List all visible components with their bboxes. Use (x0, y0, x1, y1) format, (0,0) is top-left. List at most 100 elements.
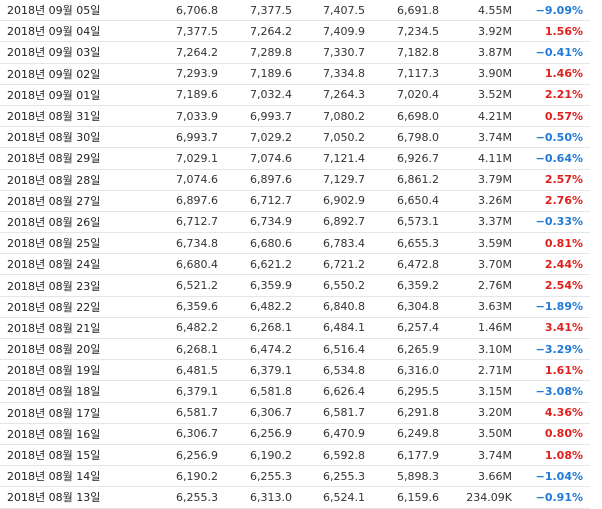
high-cell: 6,550.2 (300, 274, 373, 297)
volume-cell: 3.10M (447, 338, 520, 361)
close-cell: 7,264.2 (128, 41, 226, 64)
close-cell: 6,712.7 (128, 211, 226, 234)
low-cell: 6,265.9 (373, 338, 447, 361)
volume-cell: 234.09K (447, 486, 520, 509)
table-row: 2018년 08월 30일 6,993.7 7,029.2 7,050.2 6,798.… (0, 126, 590, 149)
low-cell: 6,359.2 (373, 274, 447, 297)
table-row: 2018년 09월 04일 7,377.5 7,264.2 7,409.9 7,234.… (0, 20, 590, 43)
volume-cell: 3.87M (447, 41, 520, 64)
open-cell: 7,189.6 (226, 63, 300, 85)
high-cell: 7,264.3 (300, 84, 373, 106)
low-cell: 6,926.7 (373, 147, 447, 170)
close-cell: 6,190.2 (128, 465, 226, 488)
open-cell: 6,621.2 (226, 253, 300, 276)
date-cell: 2018년 08월 13일 (0, 486, 128, 509)
high-cell: 6,484.1 (300, 317, 373, 340)
high-cell: 7,050.2 (300, 126, 373, 149)
volume-cell: 3.79M (447, 169, 520, 191)
low-cell: 7,182.8 (373, 41, 447, 64)
low-cell: 6,861.2 (373, 169, 447, 191)
low-cell: 6,257.4 (373, 317, 447, 340)
date-cell: 2018년 08월 16일 (0, 423, 128, 445)
date-cell: 2018년 09월 02일 (0, 63, 128, 85)
table-row: 2018년 08월 20일 6,268.1 6,474.2 6,516.4 6,265.… (0, 338, 590, 361)
low-cell: 6,691.8 (373, 0, 447, 22)
date-cell: 2018년 08월 21일 (0, 317, 128, 340)
high-cell: 6,721.2 (300, 253, 373, 276)
change-percent-cell: −1.89% (520, 296, 590, 318)
low-cell: 6,798.0 (373, 126, 447, 149)
open-cell: 7,289.8 (226, 41, 300, 64)
date-cell: 2018년 08월 25일 (0, 232, 128, 255)
volume-cell: 3.63M (447, 296, 520, 318)
table-row: 2018년 08월 16일 6,306.7 6,256.9 6,470.9 6,249.… (0, 423, 590, 445)
table-row: 2018년 08월 25일 6,734.8 6,680.6 6,783.4 6,655.… (0, 232, 590, 255)
volume-cell: 3.15M (447, 380, 520, 403)
open-cell: 6,474.2 (226, 338, 300, 361)
volume-cell: 3.70M (447, 253, 520, 276)
open-cell: 6,680.6 (226, 232, 300, 255)
open-cell: 7,032.4 (226, 84, 300, 106)
open-cell: 6,268.1 (226, 317, 300, 340)
close-cell: 6,706.8 (128, 0, 226, 22)
open-cell: 6,581.8 (226, 380, 300, 403)
table-row: 2018년 08월 29일 7,029.1 7,074.6 7,121.4 6,926.… (0, 147, 590, 170)
date-cell: 2018년 08월 26일 (0, 211, 128, 234)
date-cell: 2018년 08월 22일 (0, 296, 128, 318)
close-cell: 6,897.6 (128, 190, 226, 212)
date-cell: 2018년 08월 18일 (0, 380, 128, 403)
volume-cell: 4.11M (447, 147, 520, 170)
volume-cell: 3.26M (447, 190, 520, 212)
close-cell: 6,255.3 (128, 486, 226, 509)
high-cell: 6,902.9 (300, 190, 373, 212)
open-cell: 7,074.6 (226, 147, 300, 170)
high-cell: 6,626.4 (300, 380, 373, 403)
open-cell: 7,029.2 (226, 126, 300, 149)
high-cell: 7,330.7 (300, 41, 373, 64)
table-row: 2018년 08월 27일 6,897.6 6,712.7 6,902.9 6,650.… (0, 190, 590, 212)
volume-cell: 4.21M (447, 105, 520, 128)
table-row: 2018년 08월 15일 6,256.9 6,190.2 6,592.8 6,177.… (0, 444, 590, 467)
close-cell: 6,482.2 (128, 317, 226, 340)
volume-cell: 3.50M (447, 423, 520, 445)
volume-cell: 3.59M (447, 232, 520, 255)
change-percent-cell: 0.57% (520, 105, 590, 128)
change-percent-cell: −0.64% (520, 147, 590, 170)
volume-cell: 3.66M (447, 465, 520, 488)
close-cell: 6,481.5 (128, 359, 226, 382)
volume-cell: 1.46M (447, 317, 520, 340)
close-cell: 6,359.6 (128, 296, 226, 318)
open-cell: 6,379.1 (226, 359, 300, 382)
change-percent-cell: −1.04% (520, 465, 590, 488)
high-cell: 6,516.4 (300, 338, 373, 361)
open-cell: 6,256.9 (226, 423, 300, 445)
volume-cell: 3.74M (447, 126, 520, 149)
high-cell: 7,080.2 (300, 105, 373, 128)
date-cell: 2018년 08월 19일 (0, 359, 128, 382)
change-percent-cell: −0.50% (520, 126, 590, 149)
date-cell: 2018년 08월 20일 (0, 338, 128, 361)
open-cell: 6,190.2 (226, 444, 300, 467)
change-percent-cell: −0.41% (520, 41, 590, 64)
date-cell: 2018년 08월 31일 (0, 105, 128, 128)
volume-cell: 3.37M (447, 211, 520, 234)
date-cell: 2018년 08월 30일 (0, 126, 128, 149)
table-row: 2018년 08월 21일 6,482.2 6,268.1 6,484.1 6,257.… (0, 317, 590, 340)
change-percent-cell: −0.33% (520, 211, 590, 234)
high-cell: 7,409.9 (300, 20, 373, 43)
high-cell: 6,534.8 (300, 359, 373, 382)
close-cell: 6,379.1 (128, 380, 226, 403)
low-cell: 6,291.8 (373, 402, 447, 424)
close-cell: 6,993.7 (128, 126, 226, 149)
table-row: 2018년 09월 03일 7,264.2 7,289.8 7,330.7 7,182.… (0, 41, 590, 64)
table-row: 2018년 08월 13일 6,255.3 6,313.0 6,524.1 6,159.… (0, 486, 590, 509)
open-cell: 6,993.7 (226, 105, 300, 128)
low-cell: 7,117.3 (373, 63, 447, 85)
low-cell: 6,304.8 (373, 296, 447, 318)
change-percent-cell: 2.54% (520, 274, 590, 297)
volume-cell: 2.71M (447, 359, 520, 382)
change-percent-cell: 2.44% (520, 253, 590, 276)
scrollbar-track[interactable] (592, 0, 602, 506)
date-cell: 2018년 08월 24일 (0, 253, 128, 276)
high-cell: 6,840.8 (300, 296, 373, 318)
